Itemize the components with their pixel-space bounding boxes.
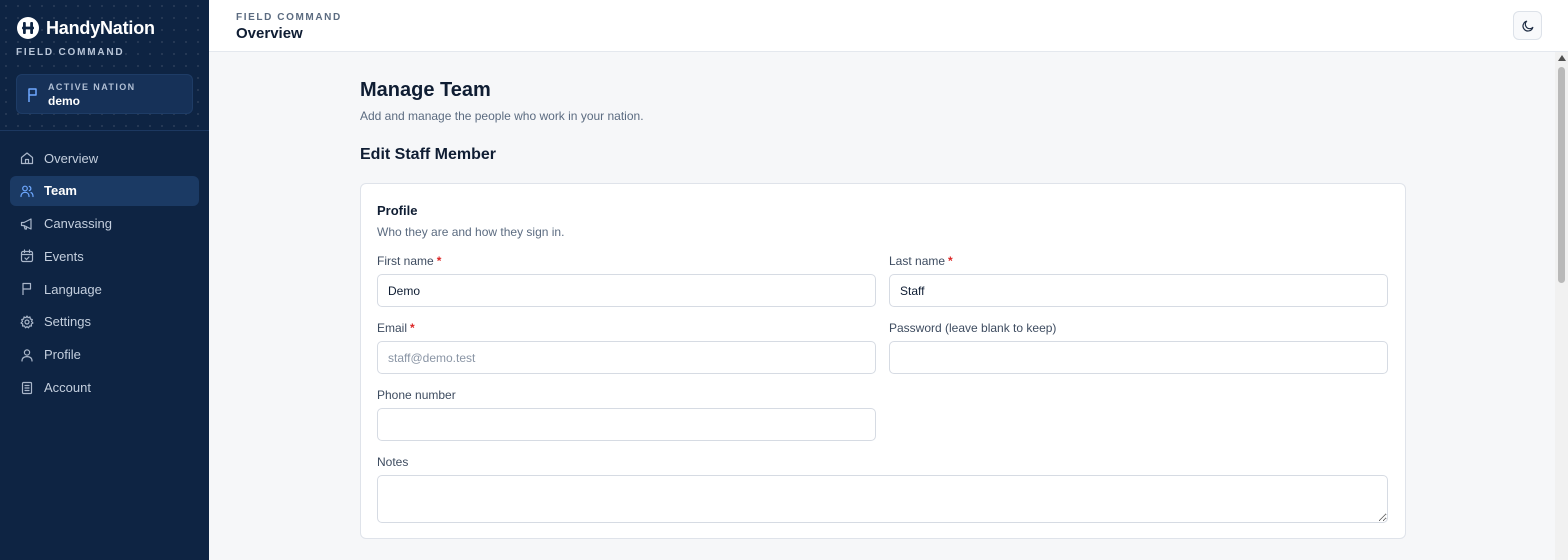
email-label-text: Email [377,321,408,335]
page-title: Manage Team [360,79,491,101]
required-marker: * [410,321,415,335]
brand[interactable]: HandyNation [16,16,155,40]
sidebar-item-label: Language [44,281,102,297]
phone-input[interactable] [377,408,876,441]
megaphone-icon [20,217,32,230]
sidebar-divider [0,130,209,131]
brand-subtitle: FIELD COMMAND [16,47,125,58]
active-nation-label: ACTIVE NATION [48,82,136,92]
required-marker: * [436,254,442,268]
last-name-label: Last name * [889,254,953,268]
email-input[interactable] [377,341,876,374]
sidebar-item-team[interactable]: Team [10,175,199,206]
calendar-icon [20,249,34,263]
sidebar-item-account[interactable]: Account [10,373,199,403]
profile-card-subtitle: Who they are and how they sign in. [377,225,565,239]
notes-textarea[interactable] [377,475,1388,523]
first-name-label: First name * [377,254,441,268]
active-nation-card[interactable]: ACTIVE NATION demo [16,74,193,114]
scroll-up-arrow[interactable] [1558,55,1566,61]
header-title: Overview [236,25,303,42]
page-scrollbar[interactable] [1555,52,1568,560]
sidebar-item-label: Profile [44,347,81,363]
phone-label: Phone number [377,388,456,402]
email-label: Email * [377,321,415,335]
top-header: FIELD COMMAND Overview [209,0,1568,52]
home-icon [20,152,34,165]
last-name-input[interactable] [889,274,1388,307]
sidebar-item-settings[interactable]: Settings [10,307,199,337]
first-name-label-text: First name [377,254,434,268]
users-icon [20,185,34,197]
sidebar-item-label: Events [44,248,84,264]
sidebar-item-language[interactable]: Language [10,274,199,304]
last-name-label-text: Last name [889,254,946,268]
password-label: Password (leave blank to keep) [889,321,1057,335]
sidebar-item-label: Settings [44,314,91,330]
sidebar-item-overview[interactable]: Overview [10,143,199,173]
section-title: Edit Staff Member [360,146,497,163]
flag-icon [28,88,37,102]
brand-name: HandyNation [46,17,155,38]
brand-logo-icon [17,17,39,39]
sidebar-item-label: Canvassing [44,216,112,232]
profile-card-title: Profile [377,203,418,218]
scrollbar-thumb[interactable] [1558,67,1565,283]
notes-label: Notes [377,455,409,469]
moon-icon [1521,20,1533,32]
first-name-input[interactable] [377,274,876,307]
header-kicker: FIELD COMMAND [236,12,342,23]
sidebar-item-profile[interactable]: Profile [10,340,199,370]
theme-toggle-button[interactable] [1513,11,1542,40]
sidebar-item-label: Account [44,380,91,396]
page-subtitle: Add and manage the people who work in yo… [360,109,644,123]
required-marker: * [948,254,953,268]
sidebar-item-label: Team [44,183,77,199]
building-icon [21,381,33,394]
password-input[interactable] [889,341,1388,374]
sidebar-nav: Overview Team Canvassing Events Language… [10,143,199,405]
active-nation-value: demo [48,94,81,108]
sidebar-item-events[interactable]: Events [10,241,199,271]
profile-card: Profile Who they are and how they sign i… [360,183,1406,539]
sidebar-item-label: Overview [44,150,99,166]
gear-icon [20,315,34,329]
sidebar: HandyNation FIELD COMMAND ACTIVE NATION … [0,0,209,560]
sidebar-item-canvassing[interactable]: Canvassing [10,209,199,239]
flag-icon [22,283,32,296]
user-icon [21,349,33,362]
